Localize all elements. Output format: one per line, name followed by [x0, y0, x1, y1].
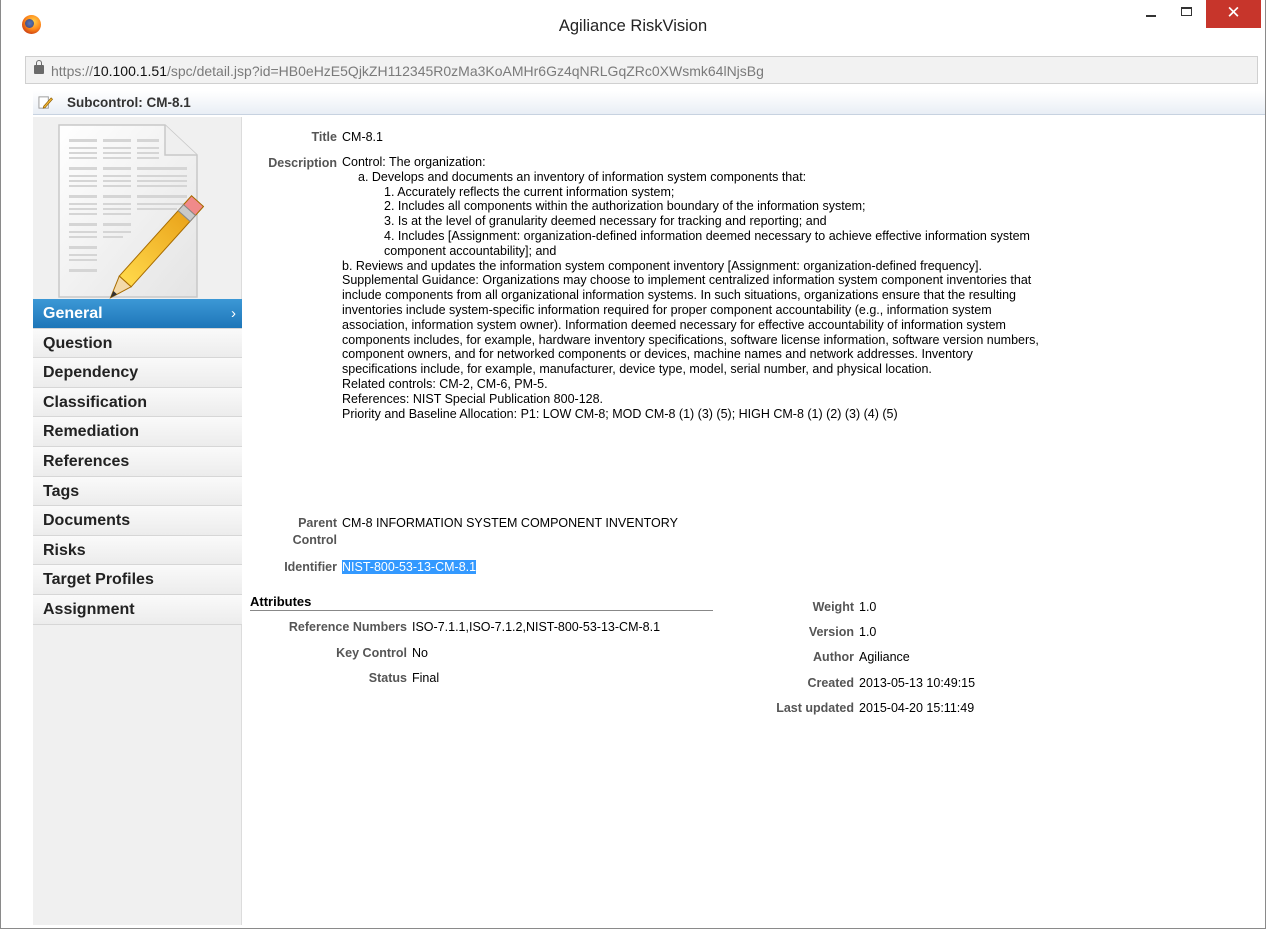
url-prefix: https:// [51, 63, 94, 79]
parent-control-label-line1: Parent [298, 516, 337, 530]
window-titlebar: Agiliance RiskVision ✕ [0, 0, 1266, 50]
minimize-icon [1146, 15, 1156, 17]
sidebar-item-label: Tags [43, 482, 80, 500]
description-line: specifications include, for example, man… [342, 362, 932, 377]
version-label: Version [808, 625, 854, 639]
key-control-value: No [412, 646, 428, 660]
version-value: 1.0 [859, 625, 877, 639]
status-label: Status [368, 671, 407, 685]
identifier-selected-text: NIST-800-53-13-CM-8.1 [342, 560, 477, 574]
sidebar: General › Question Dependency Classificat… [33, 117, 242, 925]
sidebar-item-classification[interactable]: Classification [33, 387, 242, 418]
sidebar-item-tags[interactable]: Tags [33, 476, 242, 507]
document-pencil-icon [58, 124, 205, 299]
author-value: Agiliance [859, 650, 910, 664]
status-value: Final [412, 671, 440, 685]
description-line: Priority and Baseline Allocation: P1: LO… [342, 406, 898, 421]
parent-control-label-line2: Control [292, 533, 337, 547]
reference-numbers-label: Reference Numbers [288, 620, 407, 634]
sidebar-item-label: Question [43, 334, 113, 352]
attributes-heading: Attributes [250, 594, 713, 611]
address-bar[interactable]: https://10.100.1.51/spc/detail.jsp?id=HB… [25, 56, 1258, 84]
dialog-header: Subcontrol: CM-8.1 [33, 91, 1265, 115]
maximize-button[interactable] [1170, 0, 1204, 28]
title-label: Title [311, 130, 337, 144]
identifier-value[interactable]: NIST-800-53-13-CM-8.1 [342, 560, 477, 574]
description-line: Related controls: CM-2, CM-6, PM-5. [342, 376, 548, 391]
description-line: 1. Accurately reflects the current infor… [384, 184, 675, 199]
description-line: b. Reviews and updates the information s… [342, 258, 982, 273]
sidebar-item-assignment[interactable]: Assignment [33, 594, 242, 625]
description-line: association, information system owner). … [342, 317, 1006, 332]
parent-control-value: CM-8 INFORMATION SYSTEM COMPONENT INVENT… [342, 516, 678, 530]
description-line: components includes, for example, hardwa… [342, 332, 1039, 347]
description-value: Control: The organization: a. Develops a… [342, 155, 1222, 421]
description-line: Control: The organization: [342, 155, 486, 169]
description-line: Supplemental Guidance: Organizations may… [342, 273, 1032, 288]
minimize-button[interactable] [1134, 0, 1168, 28]
title-value: CM-8.1 [342, 130, 383, 144]
key-control-label: Key Control [336, 646, 407, 660]
last-updated-label: Last updated [776, 701, 854, 715]
url-text[interactable]: https://10.100.1.51/spc/detail.jsp?id=HB… [51, 63, 764, 79]
sidebar-item-references[interactable]: References [33, 446, 242, 477]
description-line: inventories include system-specific info… [342, 302, 992, 317]
description-line: component owners, and for networked comp… [342, 347, 973, 362]
sidebar-item-risks[interactable]: Risks [33, 535, 242, 566]
maximize-icon [1181, 7, 1192, 16]
author-label: Author [813, 650, 854, 664]
sidebar-item-label: Classification [43, 393, 148, 411]
sidebar-item-remediation[interactable]: Remediation [33, 417, 242, 447]
url-path: /spc/detail.jsp?id=HB0eHzE5QjkZH112345R0… [167, 63, 764, 79]
sidebar-item-label: Risks [43, 541, 86, 559]
sidebar-item-label: Remediation [43, 423, 140, 441]
sidebar-item-label: Dependency [43, 364, 139, 382]
weight-label: Weight [812, 600, 854, 614]
description-label: Description [268, 156, 337, 170]
weight-value: 1.0 [859, 600, 877, 614]
last-updated-value: 2015-04-20 15:11:49 [859, 701, 975, 715]
window-title: Agiliance RiskVision [558, 17, 708, 35]
description-line: 3. Is at the level of granularity deemed… [384, 214, 827, 229]
lock-icon [34, 60, 44, 74]
url-host: 10.100.1.51 [93, 63, 167, 79]
description-line: include components from all organization… [342, 288, 1016, 303]
sidebar-item-general[interactable]: General › [33, 299, 242, 329]
sidebar-nav: General › Question Dependency Classificat… [33, 299, 242, 625]
sidebar-item-documents[interactable]: Documents [33, 506, 242, 536]
sidebar-item-label: Target Profiles [43, 571, 154, 589]
chevron-right-icon: › [231, 305, 236, 322]
edit-document-icon [38, 96, 53, 109]
description-line: component accountability]; and [384, 243, 557, 258]
close-button[interactable]: ✕ [1206, 0, 1261, 28]
description-line: 4. Includes [Assignment: organization-de… [384, 228, 1030, 243]
sidebar-item-dependency[interactable]: Dependency [33, 358, 242, 388]
description-line: References: NIST Special Publication 800… [342, 391, 604, 406]
sidebar-item-label: Assignment [43, 600, 135, 618]
reference-numbers-value: ISO-7.1.1,ISO-7.1.2,NIST-800-53-13-CM-8.… [412, 620, 661, 634]
dialog-title: Subcontrol: CM-8.1 [67, 95, 191, 110]
sidebar-item-label: General [43, 305, 103, 322]
created-value: 2013-05-13 10:49:15 [859, 676, 976, 690]
sidebar-item-label: References [43, 452, 130, 470]
sidebar-item-label: Documents [43, 512, 131, 530]
identifier-label: Identifier [284, 560, 337, 574]
sidebar-item-question[interactable]: Question [33, 328, 242, 359]
created-label: Created [807, 676, 854, 690]
description-line: 2. Includes all components within the au… [384, 199, 866, 214]
sidebar-item-target-profiles[interactable]: Target Profiles [33, 565, 242, 595]
description-line: a. Develops and documents an inventory o… [358, 169, 807, 184]
close-icon: ✕ [1226, 3, 1241, 23]
